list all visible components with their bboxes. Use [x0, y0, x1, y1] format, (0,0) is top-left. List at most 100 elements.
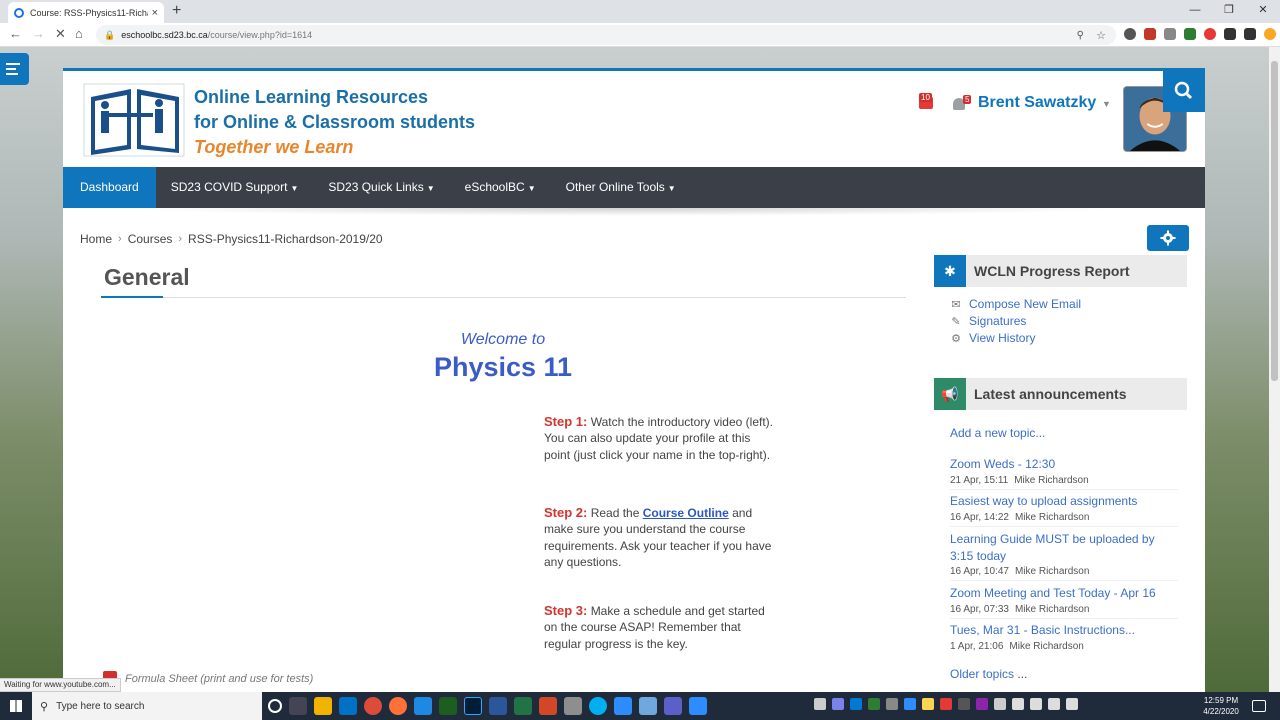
page-container: Online Learning Resources for Online & C…	[63, 68, 1205, 692]
tray-icon[interactable]	[958, 698, 970, 710]
outlook-icon[interactable]	[339, 697, 357, 715]
extension-icon[interactable]	[1204, 28, 1216, 40]
new-tab-button[interactable]: +	[172, 2, 181, 20]
compose-email-link[interactable]: ✉ Compose New Email	[949, 297, 1081, 311]
battery-icon[interactable]	[1048, 698, 1060, 710]
volume-icon[interactable]	[1030, 698, 1042, 710]
zoom-meeting-icon[interactable]	[689, 697, 707, 715]
announcement-title-link[interactable]: Zoom Meeting and Test Today - Apr 16	[950, 585, 1178, 602]
page-scrollbar[interactable]	[1269, 47, 1280, 692]
extension-icon[interactable]	[1144, 28, 1156, 40]
address-bar[interactable]: 🔒 eschoolbc.sd23.bc.ca /course/view.php?…	[96, 25, 1116, 45]
action-center-icon[interactable]	[1252, 700, 1266, 712]
photoshop-icon[interactable]	[464, 697, 482, 715]
add-topic-link[interactable]: Add a new topic...	[950, 426, 1045, 440]
forward-icon[interactable]: →	[32, 26, 45, 41]
tray-icon[interactable]	[832, 698, 844, 710]
back-icon[interactable]: ←	[9, 26, 22, 41]
course-settings-button[interactable]	[1147, 225, 1189, 251]
close-window-icon[interactable]: ✕	[1246, 0, 1280, 23]
tray-icon[interactable]	[940, 698, 952, 710]
scrollbar-thumb[interactable]	[1271, 61, 1278, 381]
extension-icon[interactable]	[1164, 28, 1176, 40]
announcement-title-link[interactable]: Easiest way to upload assignments	[950, 493, 1178, 510]
zoom-icon[interactable]	[614, 697, 632, 715]
nav-item-dashboard[interactable]: Dashboard	[63, 167, 156, 208]
snipping-tool-icon[interactable]	[564, 697, 582, 715]
announcement-title-link[interactable]: Learning Guide MUST be uploaded by 3:15 …	[950, 531, 1178, 564]
tray-icon[interactable]	[814, 698, 826, 710]
drawer-toggle-button[interactable]	[0, 53, 29, 85]
extension-icon[interactable]	[1124, 28, 1136, 40]
asterisk-icon: ✱	[934, 255, 966, 287]
network-icon[interactable]	[1012, 698, 1024, 710]
taskbar-search[interactable]: ⚲ Type here to search	[32, 692, 262, 720]
nav-item-eschoolbc[interactable]: eSchoolBC ▼	[450, 167, 551, 208]
extension-icon[interactable]	[1224, 28, 1236, 40]
breadcrumb-courses-link[interactable]: Courses	[128, 232, 173, 246]
announcement-author[interactable]: Mike Richardson	[1014, 475, 1088, 486]
announcement-author[interactable]: Mike Richardson	[1009, 641, 1083, 652]
user-menu-name[interactable]: Brent Sawatzky	[978, 94, 1096, 112]
extension-icon[interactable]	[1244, 28, 1256, 40]
welcome-text: Welcome to	[460, 331, 546, 348]
app-icon[interactable]	[639, 697, 657, 715]
breadcrumb-home-link[interactable]: Home	[80, 232, 112, 246]
tab-title: Course: RSS-Physics11-Richardso	[29, 7, 148, 18]
course-outline-link[interactable]: Course Outline	[643, 506, 729, 520]
signatures-link[interactable]: ✎ Signatures	[949, 314, 1026, 328]
nav-item-sd23-quick-links[interactable]: SD23 Quick Links ▼	[313, 167, 449, 208]
announcement-author[interactable]: Mike Richardson	[1015, 566, 1089, 577]
profile-icon[interactable]	[1264, 28, 1276, 40]
announcement-title-link[interactable]: Zoom Weds - 12:30	[950, 456, 1178, 473]
taskbar-clock[interactable]: 12:59 PM 4/22/2020	[1196, 695, 1246, 717]
tray-icon[interactable]	[904, 698, 916, 710]
firefox-icon[interactable]	[389, 697, 407, 715]
tray-icon[interactable]	[976, 698, 988, 710]
extension-icon[interactable]	[1184, 28, 1196, 40]
zoom-icon[interactable]: ⚲	[1077, 30, 1084, 41]
announcement-author[interactable]: Mike Richardson	[1015, 604, 1089, 615]
home-icon[interactable]: ⌂	[75, 26, 83, 41]
breadcrumb-course-link[interactable]: RSS-Physics11-Richardson-2019/20	[188, 232, 383, 246]
file-explorer-icon[interactable]	[314, 697, 332, 715]
skype-icon[interactable]	[589, 697, 607, 715]
bookmark-star-icon[interactable]: ☆	[1096, 29, 1106, 42]
minimize-icon[interactable]: —	[1178, 0, 1212, 23]
nav-item-other-online-tools[interactable]: Other Online Tools ▼	[551, 167, 691, 208]
edge-icon[interactable]	[414, 697, 432, 715]
browser-tab[interactable]: Course: RSS-Physics11-Richardso ×	[8, 2, 164, 23]
tray-icon[interactable]	[922, 698, 934, 710]
tray-icon[interactable]	[868, 698, 880, 710]
powerpoint-icon[interactable]	[539, 697, 557, 715]
tray-icon[interactable]	[886, 698, 898, 710]
announcement-author[interactable]: Mike Richardson	[1015, 512, 1089, 523]
restore-icon[interactable]: ❐	[1212, 0, 1246, 23]
chrome-icon[interactable]	[364, 697, 382, 715]
announcement-item: Zoom Meeting and Test Today - Apr 16 16 …	[950, 585, 1178, 619]
word-icon[interactable]	[489, 697, 507, 715]
formula-sheet-link[interactable]: Formula Sheet (print and use for tests)	[103, 671, 313, 687]
keyboard-icon[interactable]	[1066, 698, 1078, 710]
search-button[interactable]	[1163, 71, 1205, 112]
camtasia-icon[interactable]	[439, 697, 457, 715]
site-logo[interactable]	[83, 83, 185, 157]
older-topics-link[interactable]: Older topics ...	[950, 667, 1027, 681]
view-history-link[interactable]: ⚙ View History	[949, 331, 1035, 345]
user-menu-caret-icon[interactable]: ▼	[1102, 99, 1111, 109]
stop-icon[interactable]: ✕	[55, 26, 66, 42]
site-header: Online Learning Resources for Online & C…	[63, 71, 1205, 167]
excel-icon[interactable]	[514, 697, 532, 715]
cortana-icon[interactable]	[268, 699, 282, 713]
start-button[interactable]	[0, 692, 32, 720]
tray-icon[interactable]	[994, 698, 1006, 710]
nav-item-label: SD23 Quick Links	[328, 180, 424, 194]
tray-icon[interactable]	[850, 698, 862, 710]
announcement-item: Learning Guide MUST be uploaded by 3:15 …	[950, 531, 1178, 581]
nav-item-sd23-covid-support[interactable]: SD23 COVID Support ▼	[156, 167, 314, 208]
teams-icon[interactable]	[664, 697, 682, 715]
page-viewport: Online Learning Resources for Online & C…	[0, 47, 1269, 692]
task-view-icon[interactable]	[289, 697, 307, 715]
tab-close-button[interactable]: ×	[152, 7, 158, 19]
announcement-title-link[interactable]: Tues, Mar 31 - Basic Instructions...	[950, 622, 1178, 639]
